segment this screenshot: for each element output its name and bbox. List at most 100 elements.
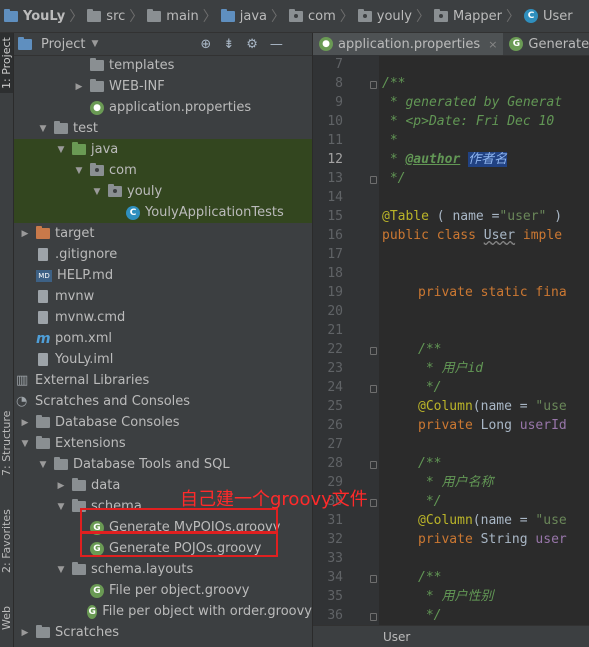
tree-item[interactable]: G File per object.groovy: [14, 580, 312, 601]
chevron-right-icon[interactable]: ▶: [74, 82, 84, 92]
editor-area: ● application.properties × G Generate My 7 8 9…: [313, 33, 589, 647]
tree-item[interactable]: templates: [14, 55, 312, 76]
tree-item-label: File per object with order.groovy: [102, 604, 312, 619]
tree-item[interactable]: MD HELP.md: [14, 265, 312, 286]
properties-file-icon: ●: [90, 100, 104, 115]
chevron-down-icon[interactable]: ▼: [56, 502, 66, 512]
chevron-right-icon[interactable]: ▶: [20, 418, 30, 428]
tree-item[interactable]: ▥ External Libraries: [14, 370, 312, 391]
tree-item[interactable]: ▶ Database Consoles: [14, 412, 312, 433]
fold-marker-icon[interactable]: [370, 499, 377, 507]
tree-item[interactable]: mvnw: [14, 286, 312, 307]
tree-item[interactable]: .gitignore: [14, 244, 312, 265]
fold-marker-icon[interactable]: [370, 81, 377, 89]
tree-item[interactable]: ▼ com: [14, 160, 312, 181]
tab-project[interactable]: 1: Project: [0, 33, 13, 93]
chevron-right-icon[interactable]: ▶: [20, 229, 30, 239]
tree-item[interactable]: ▼ Database Tools and SQL: [14, 454, 312, 475]
chevron-down-icon[interactable]: ▼: [74, 166, 84, 176]
tree-item[interactable]: mvnw.cmd: [14, 307, 312, 328]
tree-item-label: youly: [127, 184, 163, 199]
code-view[interactable]: /** * generated by Generat * <p>Date: Fr…: [382, 55, 589, 625]
code-line-15: @Table ( name ="user" ): [382, 209, 563, 224]
folder-icon: [36, 415, 50, 428]
tree-item[interactable]: ◔ Scratches and Consoles: [14, 391, 312, 412]
tree-item[interactable]: m pom.xml: [14, 328, 312, 349]
line-number: 9: [335, 95, 343, 110]
status-breadcrumb[interactable]: User: [383, 630, 410, 644]
editor-tab[interactable]: ● application.properties ×: [313, 33, 504, 55]
locate-icon[interactable]: ⊕: [200, 37, 211, 52]
project-view-dropdown[interactable]: Project: [41, 37, 85, 52]
tree-item-label: target: [55, 226, 95, 241]
close-icon[interactable]: ×: [488, 38, 497, 51]
tab-web[interactable]: Web: [0, 598, 13, 638]
breadcrumb-main[interactable]: main: [147, 0, 199, 32]
breadcrumb-mapper[interactable]: Mapper: [433, 0, 502, 32]
breadcrumb-com[interactable]: com: [289, 0, 336, 32]
fold-marker-icon[interactable]: [370, 575, 377, 583]
chevron-down-icon[interactable]: ▼: [92, 187, 102, 197]
chevron-right-icon[interactable]: ▶: [56, 481, 66, 491]
gear-icon[interactable]: ⚙: [246, 37, 258, 52]
properties-file-icon: ●: [319, 37, 333, 51]
tree-item-label: Extensions: [55, 436, 126, 451]
file-icon: [38, 290, 48, 303]
libraries-icon: ▥: [16, 372, 29, 388]
class-icon: C: [524, 9, 539, 23]
tree-item[interactable]: ▼ java: [14, 139, 312, 160]
chevron-down-icon[interactable]: ▼: [56, 145, 66, 155]
line-number: 27: [327, 437, 343, 452]
line-number: 20: [327, 304, 343, 319]
project-panel-header: Project ▼ ⊕ ⇟ ⚙ —: [14, 33, 312, 56]
line-number: 31: [327, 513, 343, 528]
hide-panel-icon[interactable]: —: [270, 37, 283, 52]
line-number: 36: [327, 608, 343, 623]
editor-tab[interactable]: G Generate My: [503, 33, 589, 55]
breadcrumb-src[interactable]: src: [87, 0, 125, 32]
chevron-down-icon[interactable]: ▼: [38, 460, 48, 470]
line-number: 18: [327, 266, 343, 281]
tab-structure[interactable]: 7: Structure: [0, 403, 13, 483]
breadcrumb-youly[interactable]: youly: [357, 0, 412, 32]
chevron-right-icon[interactable]: ▶: [20, 628, 30, 638]
fold-marker-icon[interactable]: [370, 347, 377, 355]
chevron-down-icon[interactable]: ▼: [20, 439, 30, 449]
line-number: 25: [327, 399, 343, 414]
tree-item[interactable]: ▶ Scratches: [14, 622, 312, 643]
breadcrumb-user[interactable]: C User: [524, 0, 573, 32]
tree-item[interactable]: ▼ schema.layouts: [14, 559, 312, 580]
tree-item[interactable]: G File per object with order.groovy: [14, 601, 312, 622]
tree-item-label: Database Consoles: [55, 415, 180, 430]
tree-item[interactable]: ● application.properties: [14, 97, 312, 118]
tree-item-label: data: [91, 478, 121, 493]
fold-marker-icon[interactable]: [370, 613, 377, 621]
breadcrumb-project[interactable]: YouLy: [0, 0, 65, 32]
tree-item[interactable]: ▶ WEB-INF: [14, 76, 312, 97]
code-line-23: * 用户id: [418, 361, 484, 376]
tree-item-label: WEB-INF: [109, 79, 165, 94]
tree-item[interactable]: ▶ target: [14, 223, 312, 244]
fold-marker-icon[interactable]: [370, 176, 377, 184]
breadcrumb-label: youly: [376, 8, 412, 24]
tree-item[interactable]: ▼ Extensions: [14, 433, 312, 454]
folder-icon: [357, 8, 372, 22]
line-number: 8: [335, 76, 343, 91]
tree-item[interactable]: C YoulyApplicationTests: [14, 202, 312, 223]
line-number: 13: [327, 171, 343, 186]
collapse-all-icon[interactable]: ⇟: [223, 37, 234, 52]
tree-item[interactable]: YouLy.iml: [14, 349, 312, 370]
tree-item[interactable]: ▼ youly: [14, 181, 312, 202]
tree-item[interactable]: ▼ test: [14, 118, 312, 139]
chevron-down-icon[interactable]: ▼: [91, 39, 98, 49]
tab-favorites[interactable]: 2: Favorites: [0, 501, 13, 581]
line-number: 32: [327, 532, 343, 547]
breadcrumb-java[interactable]: java: [220, 0, 267, 32]
chevron-down-icon[interactable]: ▼: [56, 565, 66, 575]
code-line-36: */: [418, 608, 442, 623]
chevron-down-icon[interactable]: ▼: [38, 124, 48, 134]
tree-item-label: YoulyApplicationTests: [145, 205, 284, 220]
code-line-34: /**: [418, 570, 442, 585]
fold-marker-icon[interactable]: [370, 461, 377, 469]
fold-marker-icon[interactable]: [370, 385, 377, 393]
